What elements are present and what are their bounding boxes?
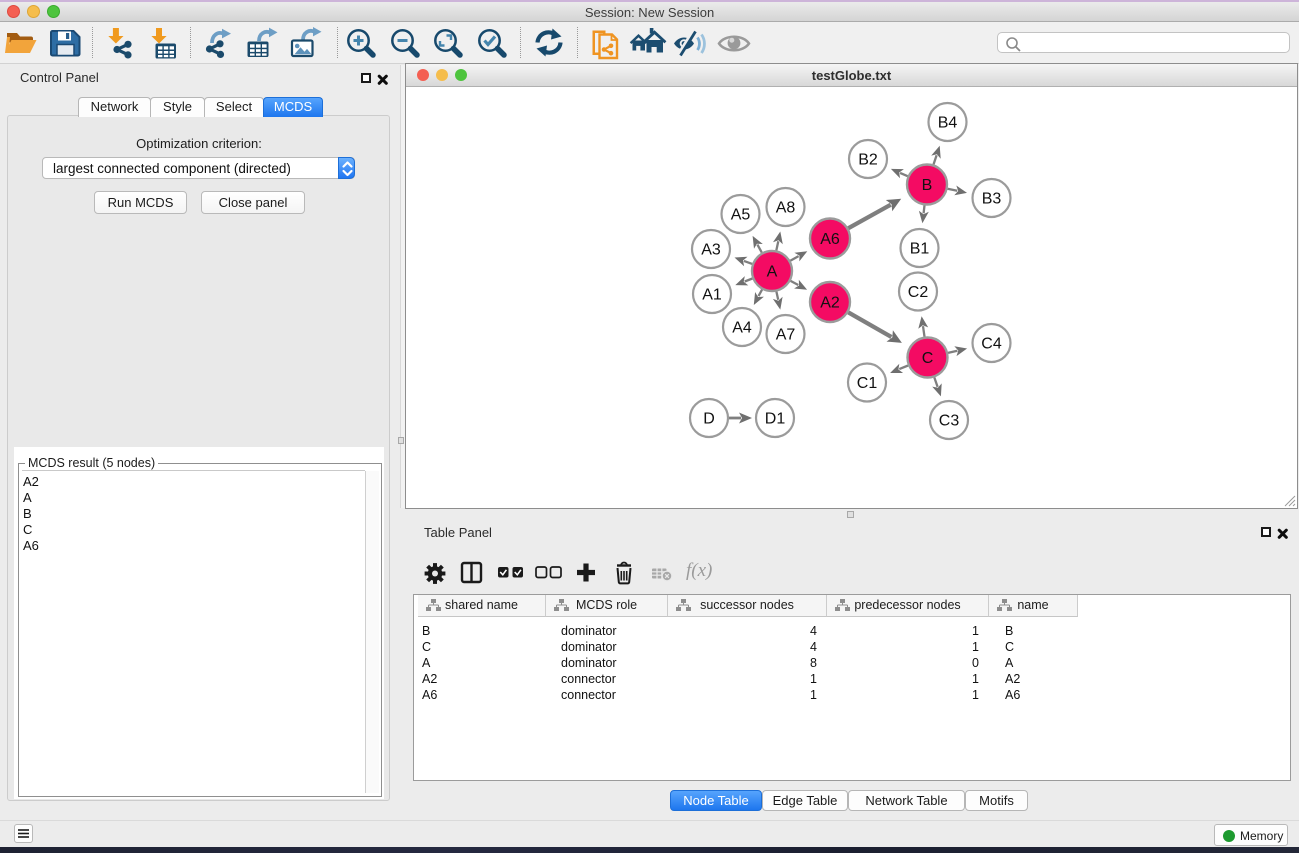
svg-text:A1: A1: [702, 287, 722, 304]
svg-text:C3: C3: [939, 413, 960, 430]
svg-text:A6: A6: [820, 231, 840, 248]
svg-text:C1: C1: [857, 375, 878, 392]
svg-text:B2: B2: [858, 152, 878, 169]
svg-text:C4: C4: [981, 336, 1002, 353]
svg-text:B: B: [922, 177, 933, 194]
svg-text:A2: A2: [820, 295, 840, 312]
svg-text:D: D: [703, 411, 715, 428]
svg-text:C2: C2: [908, 284, 929, 301]
svg-text:A3: A3: [701, 242, 721, 259]
svg-text:A8: A8: [776, 200, 796, 217]
svg-text:A5: A5: [731, 207, 751, 224]
svg-text:B3: B3: [982, 191, 1002, 208]
svg-text:B4: B4: [938, 115, 958, 132]
svg-text:A4: A4: [732, 320, 752, 337]
svg-text:A7: A7: [776, 327, 796, 344]
svg-text:D1: D1: [765, 411, 786, 428]
svg-text:C: C: [922, 350, 934, 367]
svg-text:A: A: [767, 264, 778, 281]
svg-text:B1: B1: [910, 241, 930, 258]
